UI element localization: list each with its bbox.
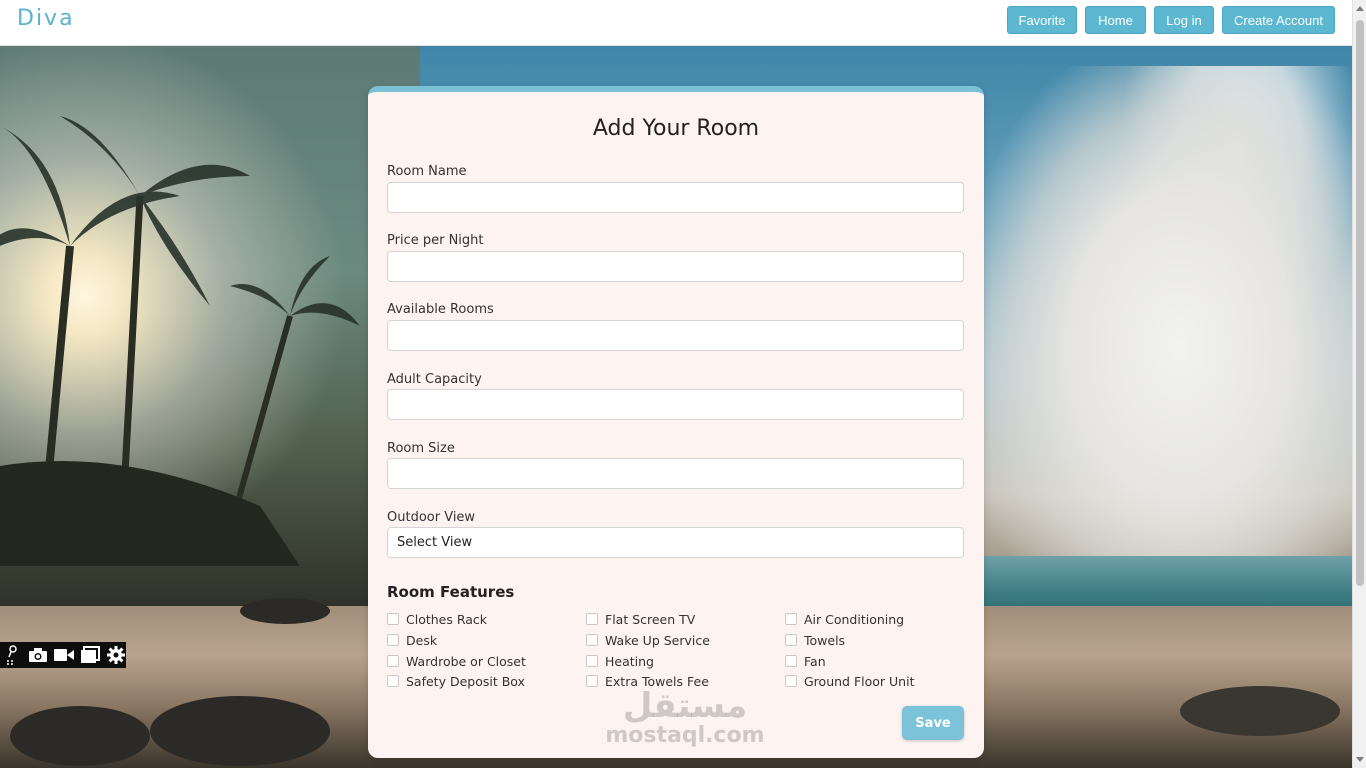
feature-label: Ground Floor Unit bbox=[804, 673, 915, 689]
outdoor-view-select[interactable]: Select View bbox=[387, 527, 964, 558]
feature-desk[interactable]: Desk bbox=[387, 631, 437, 649]
rock bbox=[150, 696, 330, 766]
checkbox[interactable] bbox=[387, 675, 399, 687]
create-account-button[interactable]: Create Account bbox=[1222, 6, 1335, 34]
window-icon[interactable] bbox=[80, 645, 100, 665]
scroll-thumb[interactable] bbox=[1356, 20, 1364, 586]
available-rooms-label: Available Rooms bbox=[387, 302, 494, 317]
adult-capacity-input[interactable] bbox=[387, 389, 964, 420]
checkbox[interactable] bbox=[387, 613, 399, 625]
brand-logo[interactable]: Diva bbox=[17, 6, 75, 31]
feature-extra-towels-fee[interactable]: Extra Towels Fee bbox=[586, 672, 709, 690]
add-room-form: Add Your Room Room Name Price per Night … bbox=[368, 86, 984, 758]
scroll-down-arrow[interactable] bbox=[1356, 757, 1364, 762]
rock bbox=[240, 598, 330, 624]
feature-label: Air Conditioning bbox=[804, 611, 905, 627]
feature-towels[interactable]: Towels bbox=[785, 631, 845, 649]
room-size-label: Room Size bbox=[387, 441, 455, 456]
top-navbar: Diva Favorite Home Log in Create Account bbox=[0, 0, 1352, 46]
feature-clothes-rack[interactable]: Clothes Rack bbox=[387, 610, 487, 628]
clouds bbox=[980, 66, 1352, 586]
room-features-title: Room Features bbox=[387, 583, 515, 601]
feature-flat-screen-tv[interactable]: Flat Screen TV bbox=[586, 610, 695, 628]
checkbox[interactable] bbox=[387, 634, 399, 646]
room-name-label: Room Name bbox=[387, 164, 467, 179]
scroll-up-arrow[interactable] bbox=[1356, 6, 1364, 11]
vertical-scrollbar[interactable] bbox=[1352, 0, 1366, 768]
camera-icon[interactable] bbox=[28, 645, 48, 665]
favorite-button[interactable]: Favorite bbox=[1007, 6, 1077, 34]
feature-label: Flat Screen TV bbox=[605, 611, 696, 627]
checkbox[interactable] bbox=[785, 675, 797, 687]
feature-label: Desk bbox=[406, 632, 438, 648]
feature-safety-deposit-box[interactable]: Safety Deposit Box bbox=[387, 672, 525, 690]
room-size-input[interactable] bbox=[387, 458, 964, 489]
feature-air-conditioning[interactable]: Air Conditioning bbox=[785, 610, 904, 628]
feature-wake-up-service[interactable]: Wake Up Service bbox=[586, 631, 710, 649]
checkbox[interactable] bbox=[785, 634, 797, 646]
price-per-night-label: Price per Night bbox=[387, 233, 484, 248]
home-button[interactable]: Home bbox=[1085, 6, 1146, 34]
checkbox[interactable] bbox=[785, 655, 797, 667]
feature-label: Heating bbox=[605, 653, 654, 669]
price-per-night-input[interactable] bbox=[387, 251, 964, 282]
checkbox[interactable] bbox=[586, 634, 598, 646]
feature-fan[interactable]: Fan bbox=[785, 652, 826, 670]
feature-wardrobe-or-closet[interactable]: Wardrobe or Closet bbox=[387, 652, 526, 670]
login-button[interactable]: Log in bbox=[1154, 6, 1214, 34]
checkbox[interactable] bbox=[387, 655, 399, 667]
feature-label: Extra Towels Fee bbox=[605, 673, 709, 689]
checkbox[interactable] bbox=[586, 613, 598, 625]
gear-icon[interactable] bbox=[106, 645, 126, 665]
save-button[interactable]: Save bbox=[902, 706, 964, 740]
available-rooms-input[interactable] bbox=[387, 320, 964, 351]
feature-label: Safety Deposit Box bbox=[406, 673, 525, 689]
capture-toolbar bbox=[0, 642, 126, 668]
outdoor-view-label: Outdoor View bbox=[387, 510, 476, 525]
feature-label: Wardrobe or Closet bbox=[406, 653, 526, 669]
feature-label: Fan bbox=[804, 653, 826, 669]
video-icon[interactable] bbox=[54, 645, 74, 665]
feature-label: Clothes Rack bbox=[406, 611, 488, 627]
feature-label: Wake Up Service bbox=[605, 632, 710, 648]
rock bbox=[1180, 686, 1340, 736]
page-title: Add Your Room bbox=[592, 116, 760, 141]
adult-capacity-label: Adult Capacity bbox=[387, 372, 482, 387]
checkbox[interactable] bbox=[785, 613, 797, 625]
pin-icon[interactable] bbox=[2, 645, 22, 665]
checkbox[interactable] bbox=[586, 675, 598, 687]
feature-ground-floor-unit[interactable]: Ground Floor Unit bbox=[785, 672, 914, 690]
rock bbox=[10, 706, 150, 766]
feature-label: Towels bbox=[804, 632, 846, 648]
outdoor-view-selected: Select View bbox=[397, 535, 473, 550]
room-name-input[interactable] bbox=[387, 182, 964, 213]
checkbox[interactable] bbox=[586, 655, 598, 667]
feature-heating[interactable]: Heating bbox=[586, 652, 654, 670]
palm-trees bbox=[0, 116, 360, 566]
